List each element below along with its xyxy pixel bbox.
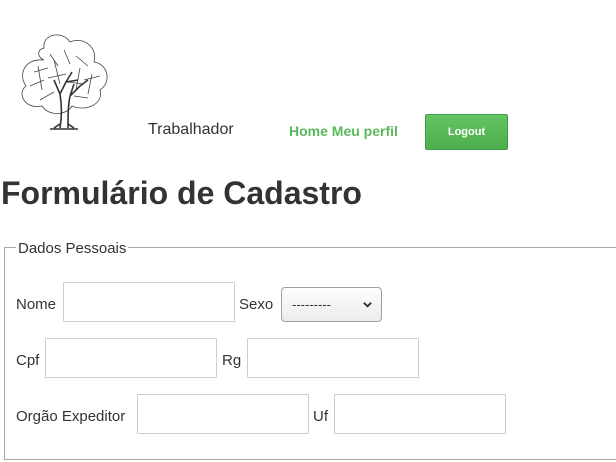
- nome-input[interactable]: [63, 282, 235, 322]
- uf-label: Uf: [313, 408, 328, 425]
- tree-logo-icon: [21, 34, 108, 130]
- sexo-label: Sexo: [239, 296, 274, 313]
- page-title: Formulário de Cadastro: [1, 175, 362, 211]
- fieldset-legend: Dados Pessoais: [16, 240, 129, 257]
- cpf-label: Cpf: [16, 352, 40, 369]
- rg-label: Rg: [222, 352, 242, 369]
- home-link[interactable]: Home: [289, 123, 328, 139]
- orgao-expeditor-label: Orgão Expeditor: [16, 408, 126, 425]
- role-label: Trabalhador: [148, 121, 234, 138]
- nome-label: Nome: [16, 296, 57, 313]
- rg-input[interactable]: [247, 338, 419, 378]
- sexo-selected-value: ---------: [292, 297, 331, 312]
- profile-link[interactable]: Meu perfil: [332, 123, 398, 139]
- orgao-expeditor-input[interactable]: [137, 394, 309, 434]
- page: Trabalhador Home Meu perfil Logout Formu…: [0, 0, 616, 462]
- nav-links: Home Meu perfil: [289, 123, 398, 139]
- cpf-input[interactable]: [45, 338, 217, 378]
- logout-button[interactable]: Logout: [425, 114, 508, 150]
- uf-input[interactable]: [334, 394, 506, 434]
- sexo-select[interactable]: ---------: [281, 287, 382, 322]
- chevron-down-icon: [363, 302, 372, 308]
